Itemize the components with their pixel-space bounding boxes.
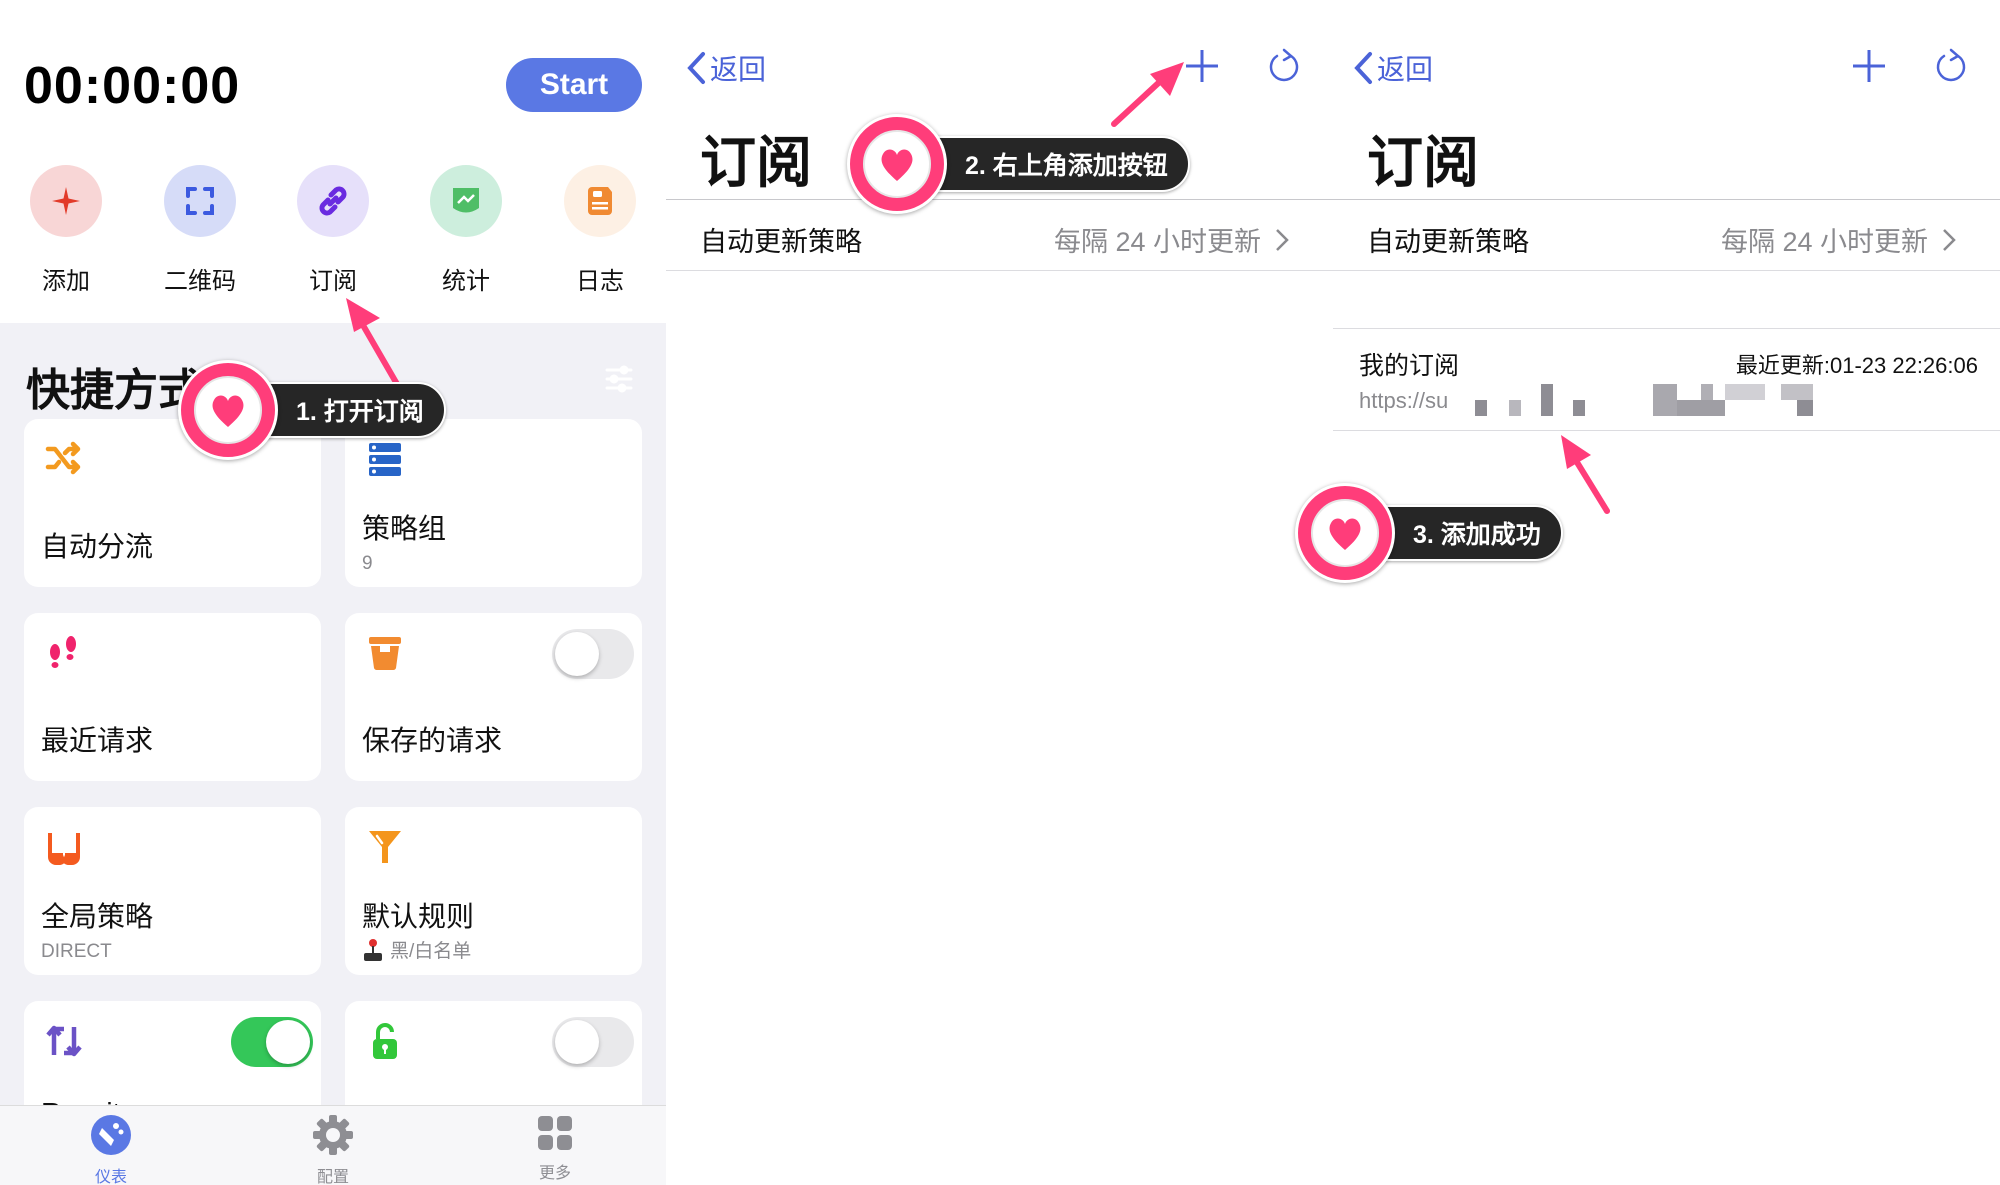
shortcuts-heading: 快捷方式 (26, 366, 202, 415)
log-icon (588, 187, 612, 215)
funnel-icon (369, 831, 401, 863)
card-title: 最近请求 (41, 725, 154, 756)
back-label: 返回 (710, 54, 767, 85)
shortcut-card-default-rules[interactable]: 默认规则 黑/白名单 (345, 807, 642, 975)
divider (1333, 270, 2000, 271)
subscription-last-updated: 最近更新:01-23 22:26:06 (1735, 353, 1978, 378)
tab-label: 更多 (538, 1165, 571, 1182)
card-title: 全局策略 (41, 901, 154, 932)
subscription-name: 我的订阅 (1359, 352, 1460, 380)
card-subtitle-row: 黑/白名单 (362, 936, 471, 963)
auto-update-label: 自动更新策略 (1367, 227, 1529, 257)
session-timer: 00:00:00 (24, 57, 241, 115)
page-title: 订阅 (1367, 131, 1479, 194)
heart-icon (1329, 518, 1361, 550)
quick-action-subscribe[interactable]: 订阅 (278, 165, 388, 296)
auto-update-value: 每隔 24 小时更新 (1053, 227, 1261, 257)
bucket-icon (369, 637, 401, 671)
heart-badge (847, 114, 947, 214)
unlock-icon (373, 1023, 397, 1059)
back-label: 返回 (1377, 54, 1434, 85)
tab-config[interactable]: 配置 (273, 1114, 393, 1185)
refresh-icon[interactable] (1264, 46, 1304, 86)
chart-icon (453, 188, 479, 213)
divider (1333, 199, 2000, 200)
server-stack-icon (369, 443, 401, 476)
card-title: 自动分流 (41, 531, 154, 562)
auto-update-value-wrap: 每隔 24 小时更新 (1054, 220, 1289, 259)
auto-update-label: 自动更新策略 (700, 227, 862, 257)
chevron-right-icon (1943, 228, 1956, 251)
quick-action-label: 日志 (576, 268, 624, 295)
add-subscription-button[interactable] (1851, 48, 1887, 84)
shortcut-card-auto-routing[interactable]: 自动分流 (24, 419, 321, 587)
quick-action-add[interactable]: 添加 (11, 165, 121, 296)
card-title: 默认规则 (362, 901, 475, 932)
auto-update-value: 每隔 24 小时更新 (1720, 227, 1928, 257)
glasses-icon (48, 833, 80, 865)
heart-badge (1295, 483, 1395, 583)
saved-requests-toggle[interactable] (552, 629, 634, 679)
divider (666, 270, 1333, 271)
tab-bar: 仪表 配置 更多 (0, 1105, 666, 1185)
tab-more[interactable]: 更多 (495, 1114, 615, 1183)
card-title: 策略组 (362, 513, 447, 544)
annotation-label: 2. 右上角添加按钮 (907, 136, 1190, 192)
heart-icon (881, 149, 913, 181)
mitm-toggle[interactable] (552, 1017, 634, 1067)
divider (666, 199, 1333, 200)
tab-dashboard[interactable]: 仪表 (51, 1114, 171, 1185)
rewrite-toggle[interactable] (231, 1017, 313, 1067)
shortcut-card-recent-requests[interactable]: 最近请求 (24, 613, 321, 781)
tab-label: 仪表 (94, 1169, 127, 1185)
divider (1333, 328, 2000, 329)
grid-icon (538, 1116, 572, 1150)
qrcode-scan-icon (186, 187, 214, 215)
shortcut-card-policy-groups[interactable]: 策略组 9 (345, 419, 642, 587)
annotation-arrow-3 (1561, 435, 1610, 514)
quick-action-label: 统计 (442, 268, 490, 295)
footprints-icon (50, 636, 76, 668)
card-subtitle: DIRECT (41, 941, 112, 962)
rewrite-arrows-icon (46, 1025, 82, 1057)
page-title: 订阅 (700, 131, 812, 194)
card-subtitle: 黑/白名单 (390, 941, 472, 962)
start-button[interactable]: Start (506, 58, 642, 112)
heart-icon (212, 395, 244, 427)
shortcut-card-global-policy[interactable]: 全局策略 DIRECT (24, 807, 321, 975)
quick-action-qrcode[interactable]: 二维码 (145, 165, 255, 296)
subscription-screen-added: 返回 订阅 自动更新策略 每隔 24 小时更新 我的订阅 最近更新:01-23 … (1333, 0, 2000, 1185)
back-button[interactable]: 返回 (686, 48, 766, 88)
dashboard-icon (91, 1115, 131, 1155)
card-subtitle: 9 (362, 553, 373, 574)
quick-action-label: 添加 (42, 268, 90, 295)
subscription-url: https://su (1359, 388, 1449, 413)
dashboard-screen: 00:00:00 Start 添加 二维码 订阅 统计 日志 快捷方式 自动分流… (0, 0, 666, 1185)
plus-icon (52, 187, 80, 215)
heart-badge (178, 360, 278, 460)
joystick-icon (364, 938, 382, 961)
chevron-left-icon (687, 52, 705, 84)
gear-icon (313, 1115, 353, 1155)
quick-action-label: 订阅 (309, 268, 357, 295)
shortcut-card-saved-requests[interactable]: 保存的请求 (345, 613, 642, 781)
quick-action-stats[interactable]: 统计 (411, 165, 521, 296)
quick-action-log[interactable]: 日志 (545, 165, 655, 296)
chevron-left-icon (1354, 52, 1372, 84)
annotation-arrow-2 (1111, 62, 1184, 127)
refresh-icon[interactable] (1931, 46, 1971, 86)
shuffle-icon (45, 441, 81, 475)
link-icon (319, 186, 347, 216)
auto-update-value-wrap: 每隔 24 小时更新 (1721, 220, 1956, 259)
divider (1333, 430, 2000, 431)
card-title: 保存的请求 (362, 725, 503, 756)
tab-label: 配置 (316, 1169, 349, 1185)
back-button[interactable]: 返回 (1353, 48, 1433, 88)
sliders-icon[interactable] (604, 364, 634, 394)
quick-action-label: 二维码 (164, 268, 236, 295)
chevron-right-icon (1276, 228, 1289, 251)
